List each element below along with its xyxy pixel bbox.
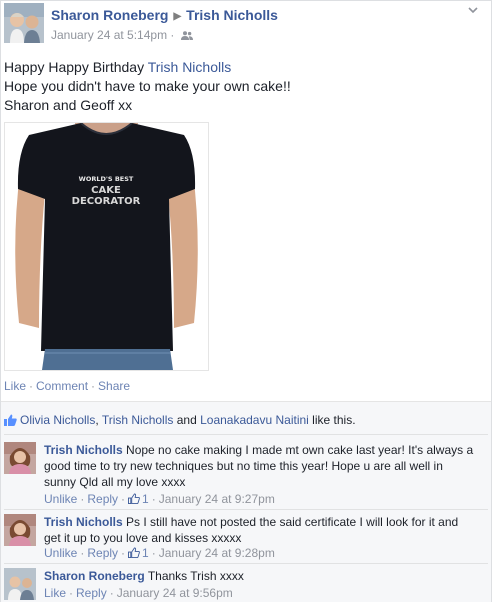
post-header-names: Sharon Roneberg ▶ Trish Nicholls: [51, 7, 278, 23]
shirt-text-top: WORLD'S BEST: [79, 175, 134, 183]
chevron-down-icon[interactable]: [467, 4, 479, 16]
divider: [4, 434, 488, 435]
commenter-avatar[interactable]: [4, 568, 36, 600]
comment-actions: Unlike · Reply · 1 · January 24 at 9:27pm: [44, 492, 275, 506]
thumbs-up-icon: [128, 493, 140, 504]
unlike-link[interactable]: Unlike: [44, 492, 77, 506]
comment-author-link[interactable]: Trish Nicholls: [44, 443, 123, 457]
post-message: Happy Happy Birthday Trish Nicholls Hope…: [4, 58, 291, 115]
comment-like-count[interactable]: 1: [142, 492, 149, 506]
shirt-text-middle: CAKE: [91, 185, 121, 196]
reply-link[interactable]: Reply: [87, 492, 118, 506]
liker-link-1[interactable]: Olivia Nicholls: [20, 413, 95, 427]
thumbs-up-icon: [4, 414, 17, 426]
comment-body: Trish Nicholls Nope no cake making I mad…: [44, 442, 476, 490]
comment-timestamp[interactable]: January 24 at 9:28pm: [159, 546, 275, 560]
like-link[interactable]: Like: [4, 379, 26, 393]
comment-body: Sharon Roneberg Thanks Trish xxxx: [44, 568, 476, 584]
post-actions: Like · Comment · Share: [4, 379, 131, 393]
comment-actions: Unlike · Reply · 1 · January 24 at 9:28pm: [44, 546, 275, 560]
divider: [4, 563, 488, 564]
unlike-link[interactable]: Unlike: [44, 546, 77, 560]
likes-suffix: like this.: [308, 413, 356, 427]
comment-body: Trish Nicholls Ps I still have not poste…: [44, 514, 476, 546]
post-photo[interactable]: WORLD'S BEST CAKE DECORATOR: [4, 122, 209, 371]
comment-timestamp[interactable]: January 24 at 9:27pm: [159, 492, 275, 506]
post-meta: January 24 at 5:14pm ·: [51, 28, 193, 42]
likes-summary: Olivia Nicholls, Trish Nicholls and Loan…: [4, 412, 356, 427]
share-link[interactable]: Share: [98, 379, 130, 393]
comment-link[interactable]: Comment: [36, 379, 88, 393]
comment-timestamp[interactable]: January 24 at 9:56pm: [117, 586, 233, 600]
target-name-link[interactable]: Trish Nicholls: [186, 7, 278, 23]
author-name-link[interactable]: Sharon Roneberg: [51, 7, 168, 23]
message-line-3: Sharon and Geoff xx: [4, 97, 133, 113]
reply-link[interactable]: Reply: [76, 586, 107, 600]
commenter-avatar[interactable]: [4, 442, 36, 474]
author-avatar[interactable]: [4, 3, 44, 43]
post-timestamp[interactable]: January 24 at 5:14pm: [51, 28, 167, 42]
reply-link[interactable]: Reply: [87, 546, 118, 560]
story-card: Sharon Roneberg ▶ Trish Nicholls January 2…: [0, 0, 492, 602]
message-text: Happy Happy Birthday: [4, 59, 148, 75]
comment-actions: Like · Reply · January 24 at 9:56pm: [44, 586, 233, 600]
liker-link-2[interactable]: Trish Nicholls: [102, 413, 174, 427]
comment-author-link[interactable]: Sharon Roneberg: [44, 569, 145, 583]
arrow-right-icon: ▶: [173, 11, 182, 22]
message-line-1: Happy Happy Birthday Trish Nicholls: [4, 58, 291, 77]
thumbs-up-icon: [128, 547, 140, 558]
comment-text: Thanks Trish xxxx: [147, 569, 244, 583]
tagged-user-link[interactable]: Trish Nicholls: [148, 59, 232, 75]
message-line-2: Hope you didn't have to make your own ca…: [4, 78, 291, 94]
liker-link-3[interactable]: Loanakadavu Naitini: [200, 413, 309, 427]
shirt-text-bottom: DECORATOR: [72, 196, 141, 207]
like-link[interactable]: Like: [44, 586, 66, 600]
likes-and: and: [173, 413, 201, 427]
comment-like-count[interactable]: 1: [142, 546, 149, 560]
comment-author-link[interactable]: Trish Nicholls: [44, 515, 123, 529]
commenter-avatar[interactable]: [4, 514, 36, 546]
feedback-section: Olivia Nicholls, Trish Nicholls and Loan…: [1, 401, 491, 602]
friends-icon[interactable]: [180, 31, 193, 40]
divider: [4, 509, 488, 510]
